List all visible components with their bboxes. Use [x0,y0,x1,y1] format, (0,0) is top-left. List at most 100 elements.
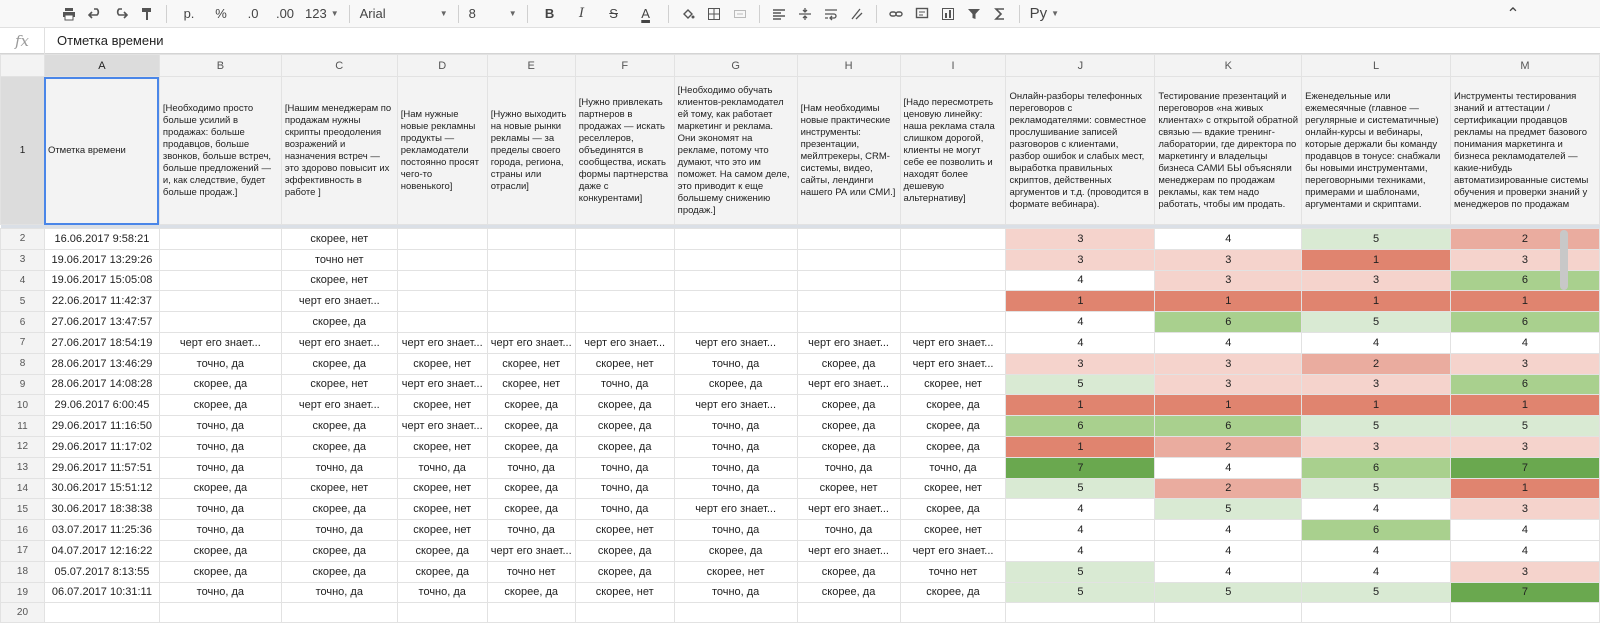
table-cell[interactable] [574,269,675,292]
score-cell[interactable]: 7 [1449,581,1600,604]
header-cell[interactable]: [Необходимо обучать клиентов-рекламодате… [673,76,798,225]
row-header[interactable]: 12 [0,435,45,458]
increase-decimal-button[interactable]: .00 [271,2,299,26]
table-cell[interactable]: скорее, нет [280,373,398,396]
header-cell[interactable]: [Необходимо просто больше усилий в прода… [158,76,282,225]
table-cell[interactable]: точно, да [673,519,798,541]
table-cell[interactable]: скорее, да [574,560,675,583]
currency-format-button[interactable]: р. [175,2,203,26]
score-cell[interactable]: 2 [1449,228,1600,250]
table-cell[interactable]: скорее, да [899,435,1007,458]
table-cell[interactable] [158,311,282,333]
table-cell[interactable]: черт его знает... [673,331,798,354]
table-cell[interactable]: точно нет [280,248,398,271]
undo-icon[interactable] [84,2,106,26]
table-cell[interactable]: точно, да [158,456,282,479]
collapse-toolbar-icon[interactable]: ⌃ [1502,2,1524,26]
score-cell[interactable]: 7 [1005,456,1156,479]
score-cell[interactable]: 6 [1154,415,1303,437]
score-cell[interactable]: 4 [1005,331,1156,354]
text-color-button[interactable]: A [632,2,660,26]
score-cell[interactable]: 5 [1449,415,1600,437]
table-cell[interactable]: черт его знает... [796,539,901,562]
table-cell[interactable]: черт его знает... [796,498,901,521]
row-header[interactable]: 3 [0,248,45,271]
column-header-j[interactable]: J [1005,54,1156,77]
table-cell[interactable]: точно, да [574,456,675,479]
table-cell[interactable] [158,228,282,250]
table-cell[interactable]: 19.06.2017 15:05:08 [43,269,160,292]
table-cell[interactable] [396,602,488,623]
table-cell[interactable]: скорее, да [899,415,1007,437]
table-cell[interactable]: скорее, нет [486,352,576,375]
table-cell[interactable]: скорее, да [280,352,398,375]
row-header[interactable]: 7 [0,331,45,354]
table-cell[interactable]: скорее, да [280,311,398,333]
table-cell[interactable]: скорее, нет [899,373,1007,396]
row-header[interactable]: 9 [0,373,45,396]
table-cell[interactable]: скорее, да [486,415,576,437]
score-cell[interactable]: 3 [1449,498,1600,521]
score-cell[interactable]: 4 [1154,539,1303,562]
table-cell[interactable]: 30.06.2017 18:38:38 [43,498,160,521]
filter-icon[interactable] [963,2,985,26]
table-cell[interactable]: скорее, да [280,415,398,437]
score-cell[interactable]: 3 [1449,248,1600,271]
score-cell[interactable]: 3 [1154,248,1303,271]
table-cell[interactable]: точно, да [673,581,798,604]
score-cell[interactable]: 4 [1154,228,1303,250]
score-cell[interactable]: 6 [1005,415,1156,437]
score-cell[interactable]: 5 [1154,581,1303,604]
score-cell[interactable]: 3 [1005,248,1156,271]
table-cell[interactable] [158,602,282,623]
table-cell[interactable] [899,602,1007,623]
score-cell[interactable]: 4 [1449,331,1600,354]
table-cell[interactable] [396,290,488,313]
score-cell[interactable]: 5 [1301,415,1451,437]
row-header[interactable]: 8 [0,352,45,375]
header-cell[interactable]: Онлайн-разборы телефонных переговоров с … [1005,76,1156,225]
score-cell[interactable]: 3 [1154,269,1303,292]
score-cell[interactable]: 5 [1301,228,1451,250]
insert-chart-icon[interactable] [937,2,959,26]
table-cell[interactable]: черт его знает... [280,331,398,354]
row-header[interactable]: 14 [0,477,45,500]
score-cell[interactable]: 4 [1301,498,1451,521]
vertical-scrollbar[interactable] [1560,230,1568,290]
percent-format-button[interactable]: % [207,2,235,26]
score-cell[interactable]: 1 [1154,394,1303,417]
paint-format-icon[interactable] [136,2,158,26]
table-cell[interactable]: скорее, нет [574,519,675,541]
table-cell[interactable]: скорее, да [574,394,675,417]
font-family-dropdown[interactable]: Arial ▼ [356,2,452,26]
row-header[interactable]: 11 [0,415,45,437]
score-cell[interactable]: 3 [1301,373,1451,396]
table-cell[interactable]: скорее, да [280,435,398,458]
row-header[interactable]: 20 [0,602,45,623]
score-cell[interactable]: 4 [1005,311,1156,333]
score-cell[interactable]: 6 [1301,456,1451,479]
score-cell[interactable]: 4 [1154,331,1303,354]
table-cell[interactable]: черт его знает... [158,331,282,354]
table-cell[interactable] [1449,602,1600,623]
table-cell[interactable]: точно, да [158,435,282,458]
table-cell[interactable]: точно, да [574,498,675,521]
table-cell[interactable]: скорее, да [574,415,675,437]
table-cell[interactable]: черт его знает... [486,331,576,354]
table-cell[interactable] [796,228,901,250]
table-cell[interactable] [396,228,488,250]
score-cell[interactable]: 3 [1154,352,1303,375]
score-cell[interactable]: 4 [1301,331,1451,354]
horizontal-align-icon[interactable] [768,2,790,26]
header-cell[interactable]: [Нужно выходить на новые рынки рекламы —… [486,76,576,225]
score-cell[interactable]: 3 [1301,435,1451,458]
table-cell[interactable]: черт его знает... [673,498,798,521]
table-cell[interactable]: черт его знает... [396,373,488,396]
table-cell[interactable]: скорее, да [899,581,1007,604]
formula-input[interactable]: Отметка времени [45,33,164,48]
table-cell[interactable]: точно, да [280,581,398,604]
score-cell[interactable]: 1 [1301,248,1451,271]
table-cell[interactable]: точно, да [673,352,798,375]
table-cell[interactable]: скорее, да [574,435,675,458]
column-header-b[interactable]: B [158,54,282,77]
